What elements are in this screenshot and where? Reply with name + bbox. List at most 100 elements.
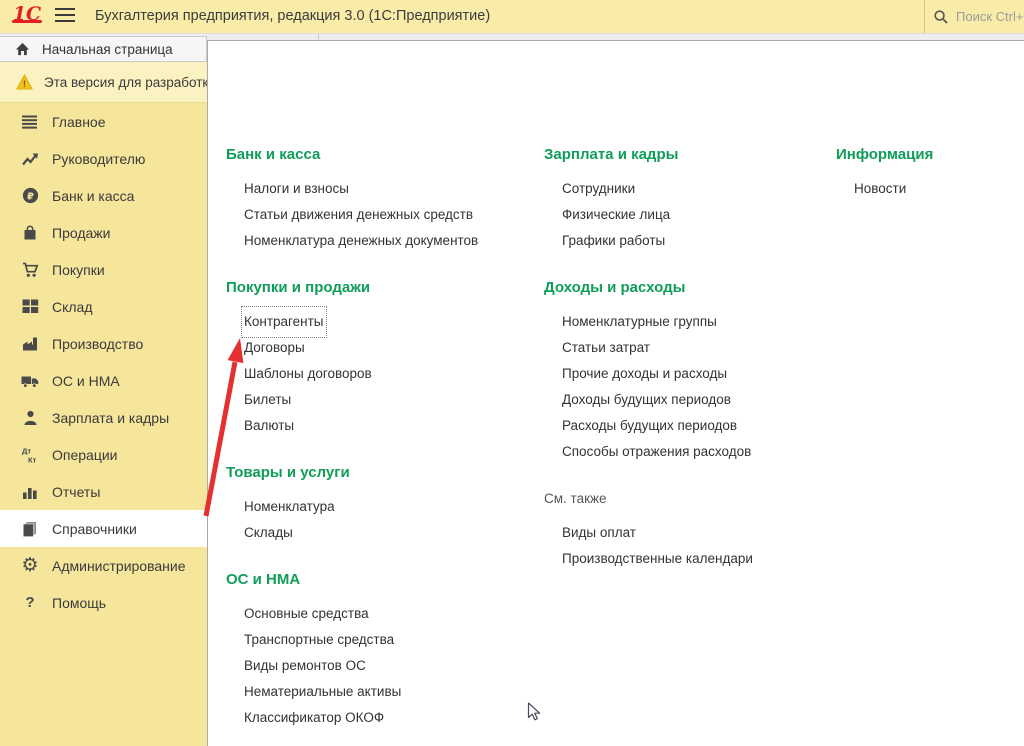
section-title: Зарплата и кадры: [544, 146, 834, 164]
menu-column-1: Банк и кассаНалоги и взносыСтатьи движен…: [226, 146, 536, 746]
gear-icon: ⚙: [20, 557, 40, 575]
home-tab[interactable]: Начальная страница: [0, 36, 207, 62]
sidebar-item-зарплата-и-кадры[interactable]: Зарплата и кадры: [0, 399, 207, 436]
panel-link-шаблоны-договоров[interactable]: Шаблоны договоров: [226, 361, 536, 387]
warning-triangle-icon: !: [14, 73, 34, 91]
sidebar-item-label: Банк и касса: [52, 188, 134, 204]
panel-link-виды-оплат[interactable]: Виды оплат: [544, 520, 834, 546]
panel-link-label: Шаблоны договоров: [244, 361, 372, 387]
panel-link-label: Контрагенты: [244, 309, 324, 335]
panel-link-физические-лица[interactable]: Физические лица: [544, 202, 834, 228]
sidebar-item-label: Руководителю: [52, 151, 145, 167]
panel-link-сотрудники[interactable]: Сотрудники: [544, 176, 834, 202]
sidebar-item-label: Помощь: [52, 595, 106, 611]
panel-link-label: Классификатор ОКОФ: [244, 705, 384, 731]
directories-menu-panel: Банк и кассаНалоги и взносыСтатьи движен…: [207, 40, 1024, 746]
1c-logo-icon: 1С: [10, 3, 44, 25]
panel-link-новости[interactable]: Новости: [836, 176, 1024, 202]
menu-section: Товары и услуги НоменклатураСклады: [226, 464, 536, 546]
section-title: ОС и НМА: [226, 571, 536, 589]
dev-version-warning-banner[interactable]: ! Эта версия для разработки: [0, 62, 207, 103]
sidebar-item-главное[interactable]: Главное: [0, 103, 207, 140]
panel-link-билеты[interactable]: Билеты: [226, 387, 536, 413]
sidebar-item-label: Главное: [52, 114, 106, 130]
panel-link-договоры[interactable]: Договоры: [226, 335, 536, 361]
panel-link-label: Билеты: [244, 387, 291, 413]
section-title: Товары и услуги: [226, 464, 536, 482]
panel-link-классификатор-окоф[interactable]: Классификатор ОКОФ: [226, 705, 536, 731]
panel-link-label: Транспортные средства: [244, 627, 394, 653]
panel-link-прочие-доходы-и-расходы[interactable]: Прочие доходы и расходы: [544, 361, 834, 387]
panel-link-графики-работы[interactable]: Графики работы: [544, 228, 834, 254]
panel-link-статьи-затрат[interactable]: Статьи затрат: [544, 335, 834, 361]
panel-link-label: Номенклатура денежных документов: [244, 228, 478, 254]
sidebar-item-label: Операции: [52, 447, 118, 463]
sidebar-item-склад[interactable]: Склад: [0, 288, 207, 325]
sidebar-item-label: ОС и НМА: [52, 373, 120, 389]
panel-link-расходы-будущих-периодов[interactable]: Расходы будущих периодов: [544, 413, 834, 439]
question-icon: ?: [20, 594, 40, 612]
sidebar-item-ос-и-нма[interactable]: ОС и НМА: [0, 362, 207, 399]
menu-column-3: Информация Новости: [836, 146, 1024, 227]
ruble-circle-icon: ₽: [20, 187, 40, 205]
truck-icon: [20, 372, 40, 390]
section-title: См. также: [544, 490, 834, 508]
panel-link-label: Физические лица: [562, 202, 670, 228]
cart-icon: [20, 261, 40, 279]
sidebar-item-администрирование[interactable]: ⚙ Администрирование: [0, 547, 207, 584]
sidebar-item-помощь[interactable]: ? Помощь: [0, 584, 207, 621]
svg-text:!: !: [22, 79, 25, 90]
svg-text:Дт: Дт: [22, 446, 31, 455]
sidebar-item-банк-и-касса[interactable]: ₽ Банк и касса: [0, 177, 207, 214]
panel-link-label: Сотрудники: [562, 176, 635, 202]
panel-link-статьи-движения-денежных-средств[interactable]: Статьи движения денежных средств: [226, 202, 536, 228]
search-icon: [931, 8, 951, 26]
panel-link-нематериальные-активы[interactable]: Нематериальные активы: [226, 679, 536, 705]
panel-link-транспортные-средства[interactable]: Транспортные средства: [226, 627, 536, 653]
panel-link-доходы-будущих-периодов[interactable]: Доходы будущих периодов: [544, 387, 834, 413]
panel-link-label: Валюты: [244, 413, 294, 439]
panel-link-контрагенты[interactable]: Контрагенты: [226, 309, 536, 335]
panel-link-номенклатура[interactable]: Номенклатура: [226, 494, 536, 520]
sidebar-item-продажи[interactable]: Продажи: [0, 214, 207, 251]
panel-link-label: Налоги и взносы: [244, 176, 349, 202]
panel-link-производственные-календари[interactable]: Производственные календари: [544, 546, 834, 572]
sidebar-item-покупки[interactable]: Покупки: [0, 251, 207, 288]
panel-link-склады[interactable]: Склады: [226, 520, 536, 546]
panel-link-label: Графики работы: [562, 228, 665, 254]
panel-link-label: Нематериальные активы: [244, 679, 401, 705]
section-title: Покупки и продажи: [226, 279, 536, 297]
sidebar-item-отчеты[interactable]: Отчеты: [0, 473, 207, 510]
panel-link-label: Прочие доходы и расходы: [562, 361, 727, 387]
panel-link-label: Доходы будущих периодов: [562, 387, 731, 413]
panel-link-label: Новости: [854, 176, 906, 202]
factory-icon: [20, 335, 40, 353]
warehouse-grid-icon: [20, 298, 40, 316]
title-bar: 1С Бухгалтерия предприятия, редакция 3.0…: [0, 0, 1024, 33]
sidebar-item-label: Отчеты: [52, 484, 100, 500]
panel-link-виды-ремонтов-ос[interactable]: Виды ремонтов ОС: [226, 653, 536, 679]
sidebar-item-производство[interactable]: Производство: [0, 325, 207, 362]
bar-chart-icon: [20, 483, 40, 501]
panel-link-валюты[interactable]: Валюты: [226, 413, 536, 439]
sidebar-item-справочники[interactable]: Справочники: [0, 510, 207, 547]
sidebar-item-label: Зарплата и кадры: [52, 410, 169, 426]
search-input[interactable]: Поиск Ctrl+Shift+F: [924, 0, 1024, 33]
panel-link-основные-средства[interactable]: Основные средства: [226, 601, 536, 627]
panel-link-label: Статьи движения денежных средств: [244, 202, 473, 228]
sidebar-item-руководителю[interactable]: Руководителю: [0, 140, 207, 177]
book-icon: [20, 520, 40, 538]
panel-link-налоги-и-взносы[interactable]: Налоги и взносы: [226, 176, 536, 202]
panel-link-label: Статьи затрат: [562, 335, 650, 361]
sidebar: ! Эта версия для разработки Главное Руков…: [0, 62, 207, 746]
panel-link-номенклатура-денежных-документов[interactable]: Номенклатура денежных документов: [226, 228, 536, 254]
search-placeholder: Поиск Ctrl+Shift+F: [956, 9, 1024, 24]
section-title: Информация: [836, 146, 1024, 164]
hamburger-menu-icon[interactable]: [55, 8, 75, 24]
panel-link-способы-отражения-расходов[interactable]: Способы отражения расходов: [544, 439, 834, 465]
sidebar-item-label: Администрирование: [52, 558, 186, 574]
sidebar-item-операции[interactable]: ДтКтОперации: [0, 436, 207, 473]
sidebar-item-label: Справочники: [52, 521, 137, 537]
panel-link-номенклатурные-группы[interactable]: Номенклатурные группы: [544, 309, 834, 335]
sidebar-item-label: Продажи: [52, 225, 110, 241]
